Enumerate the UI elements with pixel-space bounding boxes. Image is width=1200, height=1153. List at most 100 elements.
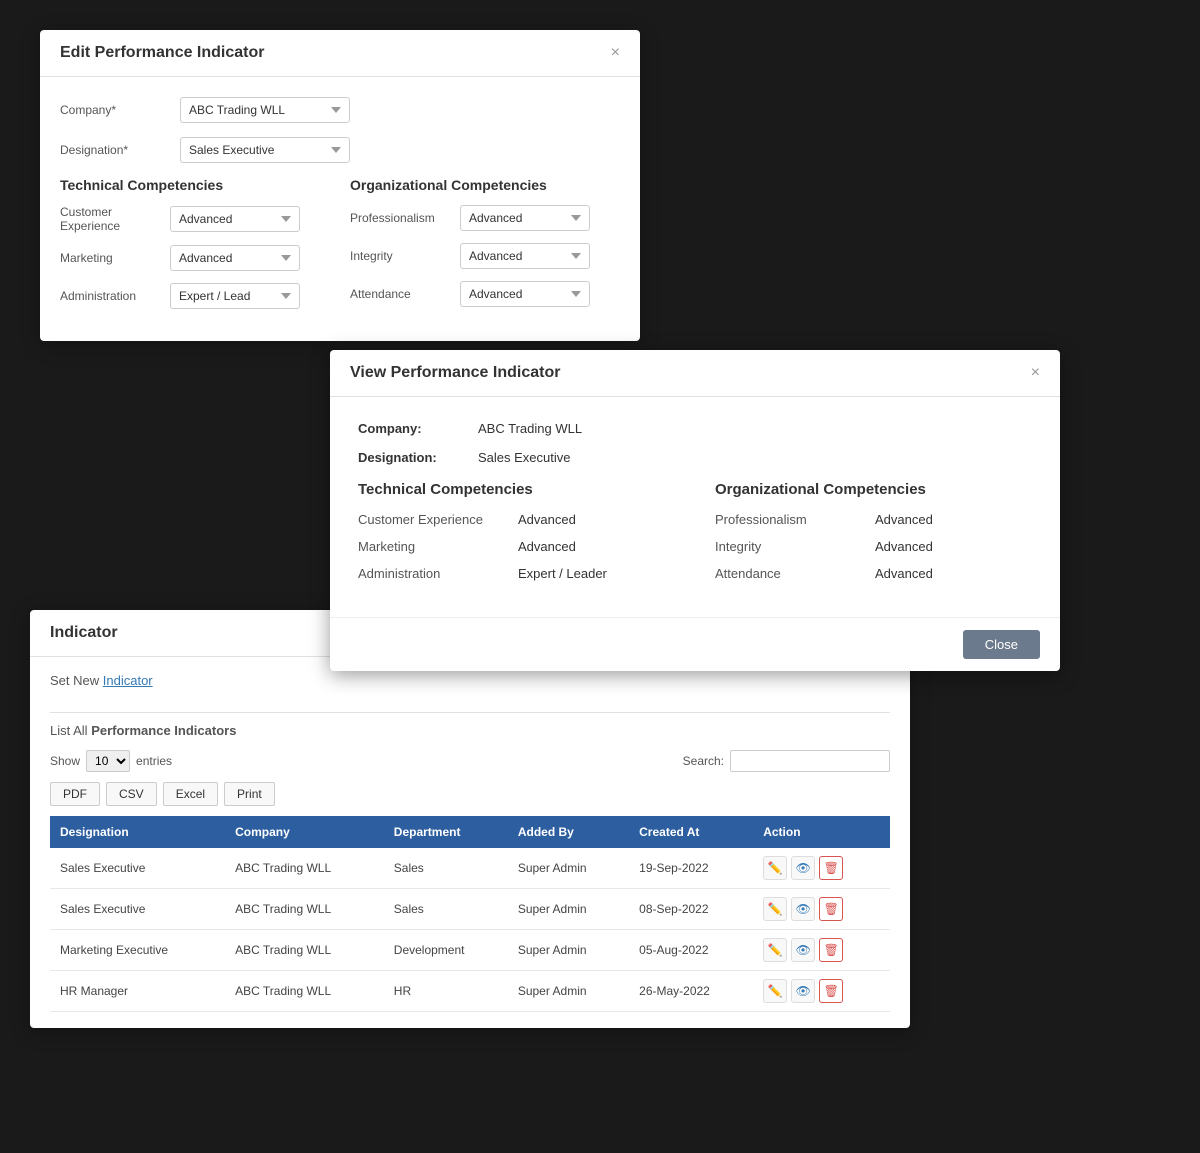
table-row: Marketing Executive ABC Trading WLL Deve… (50, 930, 890, 971)
view-tech-label-0: Customer Experience (358, 512, 518, 527)
view-icon-1[interactable]: 👁 (791, 897, 815, 921)
table-controls: Show 10 25 50 entries Search: (50, 750, 890, 772)
org-comp-select-2[interactable]: Advanced (460, 281, 590, 307)
cell-designation-2: Marketing Executive (50, 930, 225, 971)
view-org-row-1: Integrity Advanced (715, 539, 1032, 554)
view-modal-close-btn[interactable]: Close (963, 630, 1040, 659)
entries-label: entries (136, 754, 172, 768)
view-modal-header: View Performance Indicator × (330, 350, 1060, 397)
cell-company-2: ABC Trading WLL (225, 930, 384, 971)
table-head: Designation Company Department Added By … (50, 816, 890, 848)
cell-company-3: ABC Trading WLL (225, 971, 384, 1012)
org-comp-label-2: Attendance (350, 287, 460, 301)
delete-icon-2[interactable]: 🗑 (819, 938, 843, 962)
cell-company-1: ABC Trading WLL (225, 889, 384, 930)
edit-modal-header: Edit Performance Indicator × (40, 30, 640, 77)
cell-created-at-1: 08-Sep-2022 (629, 889, 753, 930)
tech-comp-select-1[interactable]: Advanced (170, 245, 300, 271)
delete-icon-0[interactable]: 🗑 (819, 856, 843, 880)
cell-action-2: ✏️ 👁 🗑 (753, 930, 890, 971)
edit-icon-0[interactable]: ✏️ (763, 856, 787, 880)
view-tech-row-0: Customer Experience Advanced (358, 512, 675, 527)
search-box: Search: (683, 750, 890, 772)
col-created-at: Created At (629, 816, 753, 848)
view-icon-0[interactable]: 👁 (791, 856, 815, 880)
export-buttons: PDF CSV Excel Print (50, 782, 890, 806)
tech-comp-label-2: Administration (60, 289, 170, 303)
cell-added-by-1: Super Admin (508, 889, 629, 930)
divider-1 (50, 712, 890, 713)
col-designation: Designation (50, 816, 225, 848)
tech-comp-select-2[interactable]: Expert / Lead (170, 283, 300, 309)
view-org-section: Organizational Competencies Professional… (715, 481, 1032, 593)
designation-select[interactable]: Sales Executive (180, 137, 350, 163)
view-icon-2[interactable]: 👁 (791, 938, 815, 962)
list-prefix: List All (50, 723, 88, 738)
designation-row: Designation* Sales Executive (60, 137, 620, 163)
edit-icon-2[interactable]: ✏️ (763, 938, 787, 962)
table-row: Sales Executive ABC Trading WLL Sales Su… (50, 848, 890, 889)
col-added-by: Added By (508, 816, 629, 848)
cell-designation-0: Sales Executive (50, 848, 225, 889)
view-org-value-1: Advanced (875, 539, 933, 554)
edit-modal-title: Edit Performance Indicator (60, 44, 265, 62)
set-new-link: Indicator (103, 673, 153, 688)
cell-department-3: HR (384, 971, 508, 1012)
cell-designation-3: HR Manager (50, 971, 225, 1012)
view-org-value-0: Advanced (875, 512, 933, 527)
view-modal: View Performance Indicator × Company: AB… (330, 350, 1060, 671)
company-label: Company* (60, 103, 180, 117)
col-action: Action (753, 816, 890, 848)
company-row: Company* ABC Trading WLL (60, 97, 620, 123)
view-modal-close-x[interactable]: × (1031, 364, 1040, 382)
view-company-row: Company: ABC Trading WLL (358, 421, 1032, 436)
export-pdf[interactable]: PDF (50, 782, 100, 806)
company-select[interactable]: ABC Trading WLL (180, 97, 350, 123)
org-comp-select-1[interactable]: Advanced (460, 243, 590, 269)
table-header-row: Designation Company Department Added By … (50, 816, 890, 848)
view-company-label: Company: (358, 421, 478, 436)
export-excel[interactable]: Excel (163, 782, 218, 806)
view-org-label-2: Attendance (715, 566, 875, 581)
entries-select[interactable]: 10 25 50 (86, 750, 130, 772)
edit-icon-3[interactable]: ✏️ (763, 979, 787, 1003)
org-comp-label-0: Professionalism (350, 211, 460, 225)
set-new-button[interactable]: Set New Indicator (50, 673, 153, 688)
org-competencies-section: Organizational Competencies Professional… (350, 177, 620, 321)
cell-added-by-3: Super Admin (508, 971, 629, 1012)
cell-action-0: ✏️ 👁 🗑 (753, 848, 890, 889)
view-org-label-0: Professionalism (715, 512, 875, 527)
set-new-row: Set New Indicator (50, 673, 890, 702)
show-entries: Show 10 25 50 entries (50, 750, 172, 772)
cell-added-by-2: Super Admin (508, 930, 629, 971)
view-org-row-0: Professionalism Advanced (715, 512, 1032, 527)
table-row: HR Manager ABC Trading WLL HR Super Admi… (50, 971, 890, 1012)
delete-icon-1[interactable]: 🗑 (819, 897, 843, 921)
cell-created-at-3: 26-May-2022 (629, 971, 753, 1012)
view-modal-body: Company: ABC Trading WLL Designation: Sa… (330, 397, 1060, 617)
org-comp-select-0[interactable]: Advanced (460, 205, 590, 231)
search-input[interactable] (730, 750, 890, 772)
export-print[interactable]: Print (224, 782, 275, 806)
view-tech-row-1: Marketing Advanced (358, 539, 675, 554)
view-technical-title: Technical Competencies (358, 481, 675, 498)
competencies-grid: Technical Competencies Customer Experien… (60, 177, 620, 321)
org-comp-row-1: Integrity Advanced (350, 243, 620, 269)
view-org-row-2: Attendance Advanced (715, 566, 1032, 581)
cell-department-0: Sales (384, 848, 508, 889)
tech-comp-select-0[interactable]: Advanced (170, 206, 300, 232)
delete-icon-3[interactable]: 🗑 (819, 979, 843, 1003)
view-org-title: Organizational Competencies (715, 481, 1032, 498)
edit-icon-1[interactable]: ✏️ (763, 897, 787, 921)
technical-competencies-section: Technical Competencies Customer Experien… (60, 177, 330, 321)
cell-department-1: Sales (384, 889, 508, 930)
view-icon-3[interactable]: 👁 (791, 979, 815, 1003)
table-body: Sales Executive ABC Trading WLL Sales Su… (50, 848, 890, 1012)
designation-label: Designation* (60, 143, 180, 157)
data-table: Designation Company Department Added By … (50, 816, 890, 1012)
export-csv[interactable]: CSV (106, 782, 157, 806)
edit-modal-close[interactable]: × (611, 44, 620, 62)
tech-comp-row-0: Customer Experience Advanced (60, 205, 330, 233)
set-new-prefix: Set New (50, 673, 99, 688)
org-title: Organizational Competencies (350, 177, 620, 193)
